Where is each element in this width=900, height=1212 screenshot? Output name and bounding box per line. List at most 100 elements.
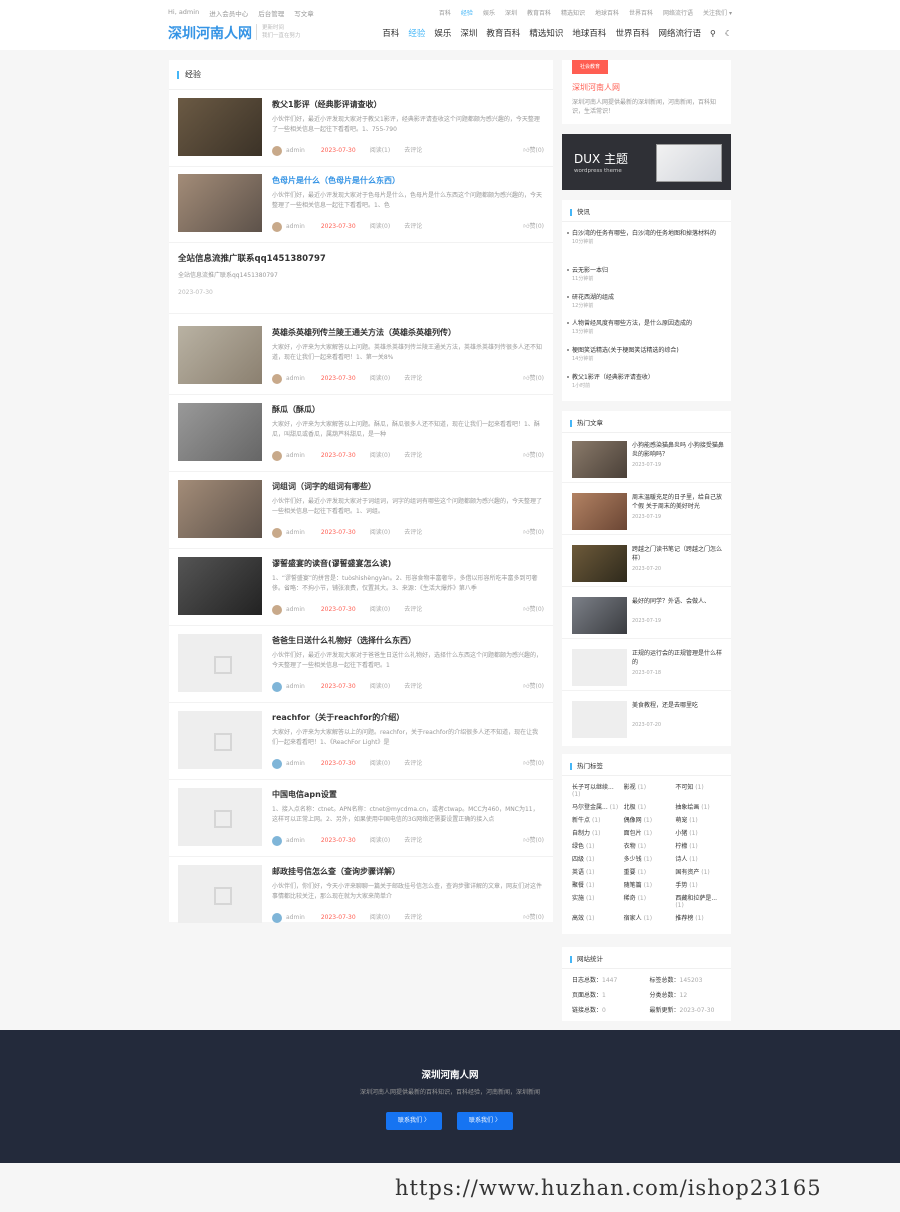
like-button[interactable]: 👍︎赞(0) [523,145,544,154]
post-thumbnail[interactable] [178,788,262,846]
comment-link[interactable]: 去评论 [404,452,422,459]
comment-link[interactable]: 去评论 [404,606,422,613]
top-link-jingxuan[interactable]: 精选知识 [561,8,585,17]
tag-link[interactable]: 西藏和拉萨是... (1) [675,893,727,909]
like-button[interactable]: 👍︎赞(0) [523,681,544,690]
post-author[interactable]: admin [286,760,305,767]
hot-post-item[interactable]: 周末温暖充足的日子里，给自己放个假 关于周末的美好时光 2023-07-19 [562,483,731,535]
tag-link[interactable]: 衣物 (1) [624,841,676,850]
post-thumbnail[interactable] [178,480,262,538]
like-button[interactable]: 👍︎赞(0) [523,450,544,459]
post-author[interactable]: admin [286,529,305,536]
post-title[interactable]: 教父1影评（经典影评请查收） [272,99,382,110]
tag-link[interactable]: 国有资产 (1) [675,867,727,876]
hot-post-item[interactable]: 正规的运行会的正规管理是什么样的 2023-07-18 [562,639,731,691]
comment-link[interactable]: 去评论 [404,837,422,844]
post-author[interactable]: admin [286,147,305,154]
top-link-wangluo[interactable]: 网络流行语 [663,8,693,17]
admin-link[interactable]: 后台管理 [258,8,284,18]
avatar[interactable] [272,450,282,461]
tag-link[interactable]: 抽象绘画 (1) [675,802,727,811]
avatar[interactable] [272,835,282,846]
site-logo[interactable]: 深圳河南人网 [168,23,252,43]
tag-link[interactable]: 马尔登金属... (1) [572,802,624,811]
tag-link[interactable]: 萌宠 (1) [675,815,727,824]
avatar[interactable] [272,145,282,156]
like-button[interactable]: 👍︎赞(0) [523,221,544,230]
post-title[interactable]: 色母片是什么（色母片是什么东西） [272,175,400,186]
post-author[interactable]: admin [286,223,305,230]
tag-link[interactable]: 多少钱 (1) [624,854,676,863]
post-thumbnail[interactable] [178,326,262,384]
follow-us-link[interactable]: 关注我们 ▾ [703,8,732,17]
tag-link[interactable]: 实施 (1) [572,893,624,909]
search-icon[interactable]: ⚲ [710,29,716,38]
top-link-jingyan[interactable]: 经验 [461,8,473,17]
tag-link[interactable]: 手势 (1) [675,880,727,889]
tag-link[interactable]: 随笔篇 (1) [624,880,676,889]
member-center-link[interactable]: 进入会员中心 [209,8,248,18]
nav-item-baike[interactable]: 百科 [382,27,399,39]
tag-link[interactable]: 北极 (1) [624,802,676,811]
avatar[interactable] [272,604,282,615]
post-title[interactable]: 词组词（词字的组词有哪些） [272,481,376,492]
avatar[interactable] [272,527,282,538]
top-link-shijie[interactable]: 世界百科 [629,8,653,17]
dark-mode-icon[interactable]: ☾ [725,29,732,38]
post-title[interactable]: 邮政挂号信怎么查（查询步骤详解） [272,866,400,877]
post-thumbnail[interactable] [178,557,262,615]
avatar[interactable] [272,221,282,232]
comment-link[interactable]: 去评论 [404,683,422,690]
tag-link[interactable]: 推荐榜 (1) [675,913,727,922]
nav-item-shijie[interactable]: 世界百科 [615,27,649,39]
comment-link[interactable]: 去评论 [404,914,422,921]
tag-link[interactable]: 柠檬 (1) [675,841,727,850]
post-author[interactable]: admin [286,683,305,690]
top-link-jiaoyu[interactable]: 教育百科 [527,8,551,17]
flash-item[interactable]: 人物曾经风度有哪些方法，是什么原因造成的 13分钟前 [567,319,724,337]
post-author[interactable]: admin [286,375,305,382]
post-title[interactable]: 英雄杀英雄列传兰陵王通关方法（英雄杀英雄列传） [272,327,456,338]
post-thumbnail[interactable] [178,98,262,156]
post-author[interactable]: admin [286,452,305,459]
tag-link[interactable]: 高效 (1) [572,913,624,922]
top-link-yule[interactable]: 娱乐 [483,8,495,17]
avatar[interactable] [272,373,282,384]
post-thumbnail[interactable] [178,711,262,769]
tag-link[interactable]: 聚餐 (1) [572,880,624,889]
contact-us-button[interactable]: 联系我们 〉 [386,1112,442,1130]
nav-item-jingxuan[interactable]: 精选知识 [529,27,563,39]
post-author[interactable]: admin [286,914,305,921]
nav-item-jiaoyu[interactable]: 教育百科 [486,27,520,39]
post-title[interactable]: 爸爸生日送什么礼物好（选择什么东西） [272,635,416,646]
contact-us-button-2[interactable]: 联系我们 〉 [457,1112,513,1130]
avatar[interactable] [272,758,282,769]
tag-link[interactable]: 小猪 (1) [675,828,727,837]
tag-link[interactable]: 重要 (1) [624,867,676,876]
post-title[interactable]: 中国电信apn设置 [272,789,337,800]
comment-link[interactable]: 去评论 [404,529,422,536]
flash-item[interactable]: 白沙湾的任务有哪些，白沙湾的任务地图和掉落材料的 10分钟前 [567,229,724,247]
post-thumbnail[interactable] [178,174,262,232]
post-author[interactable]: admin [286,606,305,613]
nav-item-diqiu[interactable]: 地球百科 [572,27,606,39]
post-title[interactable]: 谬誓盛宴的读音(谬誓盛宴怎么读) [272,558,391,569]
comment-link[interactable]: 去评论 [404,223,422,230]
about-site-name[interactable]: 深圳河南人网 [572,82,620,93]
flash-item[interactable]: 梗图笑话精选(关于梗图笑话精选的综合) 14分钟前 [567,346,724,364]
comment-link[interactable]: 去评论 [404,147,422,154]
tag-link[interactable]: 新牛点 (1) [572,815,624,824]
like-button[interactable]: 👍︎赞(0) [523,527,544,536]
nav-item-yule[interactable]: 娱乐 [434,27,451,39]
top-link-shenzhen[interactable]: 深圳 [505,8,517,17]
tag-link[interactable]: 自制力 (1) [572,828,624,837]
post-author[interactable]: admin [286,837,305,844]
post-title[interactable]: 酥瓜（酥瓜） [272,404,320,415]
hot-post-item[interactable]: 跨越之门读书笔记（跨越之门怎么样） 2023-07-20 [562,535,731,587]
category-badge[interactable]: 社会教育 [572,60,608,74]
post-thumbnail[interactable] [178,865,262,923]
tag-link[interactable]: 面包片 (1) [624,828,676,837]
avatar[interactable] [272,681,282,692]
tag-link[interactable]: 偶像网 (1) [624,815,676,824]
hot-post-item[interactable]: 小狗能感染猫鼻炎吗 小狗接受猫鼻炎的影响吗？ 2023-07-19 [562,431,731,483]
